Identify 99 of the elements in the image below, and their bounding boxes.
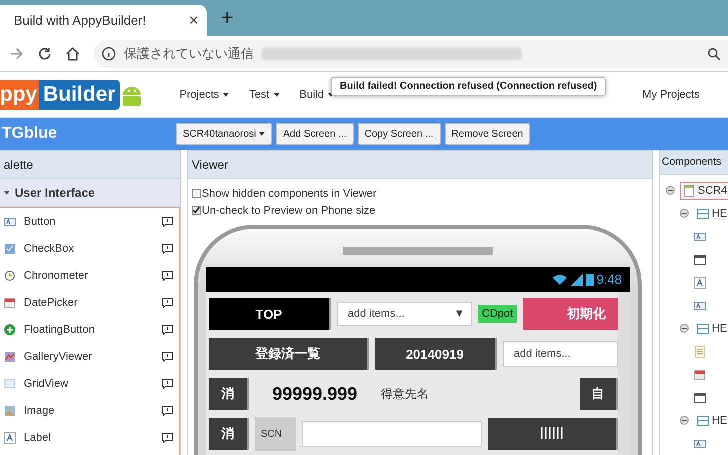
- caret-icon: [4, 190, 10, 196]
- button-icon: [4, 216, 16, 228]
- screen-button[interactable]: Remove Screen: [444, 123, 530, 145]
- image-icon: [4, 404, 16, 416]
- arrangement-icon: [697, 322, 709, 334]
- checkbox-label: Show hidden components in Viewer: [202, 188, 377, 200]
- checkbox-icon: [4, 242, 16, 254]
- components-header: Components: [660, 151, 728, 175]
- tab-title: Build with AppyBuilder!: [14, 13, 148, 28]
- help-icon[interactable]: [162, 298, 173, 308]
- customer-label: 得意先名: [381, 386, 430, 402]
- reload-icon[interactable]: [38, 46, 52, 60]
- menu-button[interactable]: Projects: [180, 88, 230, 100]
- info-icon: [102, 46, 116, 60]
- clock-time: 9:48: [596, 272, 622, 287]
- top-button[interactable]: TOP: [209, 298, 331, 330]
- wifi-icon: [552, 274, 568, 286]
- button-icon: [694, 300, 706, 312]
- my-projects-link[interactable]: My Projects: [642, 88, 700, 100]
- label-icon: [4, 432, 16, 444]
- help-icon[interactable]: [162, 406, 173, 416]
- dropdown-icon: [694, 392, 706, 404]
- address-bar[interactable]: 保護されていない通信: [94, 40, 728, 68]
- collapse-icon[interactable]: [680, 416, 689, 425]
- scn-label: SCN: [255, 417, 296, 451]
- viewer-header: Viewer: [188, 151, 652, 179]
- list-icon: [694, 346, 706, 358]
- collapse-icon[interactable]: [666, 186, 675, 195]
- palette-item[interactable]: DatePicker: [24, 296, 154, 308]
- palette-section[interactable]: User Interface: [0, 179, 180, 208]
- forward-icon[interactable]: [10, 46, 24, 60]
- close-tab-button[interactable]: ×: [189, 10, 199, 30]
- checkbox[interactable]: [192, 206, 201, 215]
- tree-node[interactable]: HE: [694, 204, 728, 222]
- error-toast: Build failed! Connection refused (Connection refused): [331, 77, 606, 96]
- calendar-icon: [694, 368, 706, 380]
- caret-icon: [259, 132, 266, 136]
- collapse-icon[interactable]: [680, 324, 689, 333]
- date-button[interactable]: 20140919: [375, 338, 497, 370]
- tree-node[interactable]: HE: [694, 412, 728, 430]
- palette-item[interactable]: CheckBox: [24, 242, 154, 254]
- scan-field[interactable]: [302, 421, 482, 447]
- chronometer-icon: [4, 270, 16, 282]
- dropdown-icon: [694, 254, 706, 266]
- clear-button[interactable]: 消: [209, 378, 249, 410]
- tree-node[interactable]: HE: [694, 320, 728, 338]
- clear-button[interactable]: 消: [209, 418, 249, 450]
- screen-button[interactable]: Copy Screen ...: [358, 123, 441, 145]
- items-field[interactable]: add items...: [503, 341, 618, 367]
- button-icon: [694, 438, 706, 450]
- amount-text: 99999.999: [271, 384, 359, 404]
- palette-header: alette: [0, 151, 180, 179]
- label-icon: [694, 276, 706, 288]
- palette-item[interactable]: Image: [24, 404, 154, 416]
- help-icon[interactable]: [162, 324, 173, 334]
- caret-icon: [274, 92, 280, 96]
- grid-icon: [4, 378, 16, 390]
- list-button[interactable]: 登録済一覧: [209, 338, 369, 370]
- cdpot-label: CDpot: [478, 305, 518, 323]
- palette-item[interactable]: Label: [24, 432, 154, 444]
- help-icon[interactable]: [162, 432, 173, 442]
- scan-button[interactable]: [488, 418, 618, 450]
- help-icon[interactable]: [162, 352, 173, 362]
- help-icon[interactable]: [162, 244, 173, 254]
- checkbox[interactable]: [192, 189, 201, 198]
- project-title: TGblue: [2, 125, 58, 143]
- palette-item[interactable]: GridView: [24, 378, 154, 390]
- palette-item[interactable]: GalleryViewer: [24, 350, 154, 362]
- collapse-icon[interactable]: [680, 209, 689, 218]
- tree-node[interactable]: SCR4: [680, 182, 728, 200]
- own-button[interactable]: 自: [580, 378, 618, 410]
- battery-icon: [586, 273, 594, 286]
- menu-button[interactable]: Test: [249, 88, 280, 100]
- barcode-icon: [540, 426, 564, 438]
- caret-icon: [223, 92, 230, 96]
- gallery-icon: [4, 350, 16, 362]
- new-tab-button[interactable]: +: [221, 5, 234, 31]
- zoom-icon: [708, 48, 720, 60]
- security-label: 保護されていない通信: [124, 44, 254, 62]
- signal-icon: [570, 274, 583, 286]
- help-icon[interactable]: [162, 270, 173, 280]
- plus-circle-icon: [4, 324, 16, 336]
- palette-item[interactable]: Button: [24, 216, 154, 228]
- calendar-icon: [4, 296, 16, 308]
- checkbox-label: Un-check to Preview on Phone size: [202, 204, 376, 216]
- arrangement-icon: [697, 414, 709, 426]
- palette-item[interactable]: FloatingButton: [24, 324, 154, 336]
- reset-button[interactable]: 初期化: [523, 298, 618, 330]
- home-icon[interactable]: [66, 46, 80, 60]
- screen-select[interactable]: SCR40tanaorosi: [176, 123, 272, 145]
- screen-button[interactable]: Add Screen ...: [276, 123, 354, 145]
- dropdown[interactable]: add items... ▼: [337, 302, 472, 326]
- palette-item[interactable]: Chronometer: [24, 270, 154, 282]
- help-icon[interactable]: [162, 378, 173, 388]
- help-icon[interactable]: [162, 216, 173, 226]
- button-icon: [694, 230, 706, 242]
- arrangement-icon: [697, 208, 709, 220]
- browser-tab[interactable]: Build with AppyBuilder! ×: [0, 5, 207, 36]
- screen-icon: [683, 184, 695, 196]
